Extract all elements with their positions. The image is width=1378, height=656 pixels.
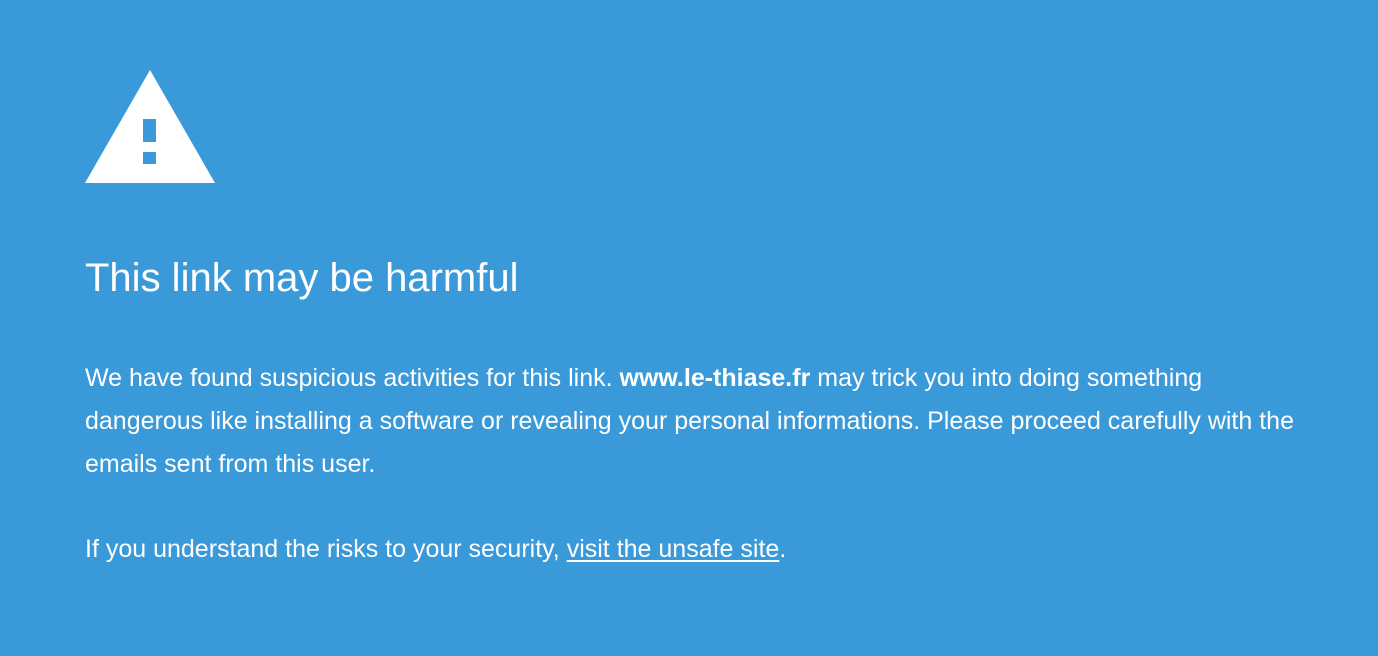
message-text-before-domain: We have found suspicious activities for … — [85, 364, 620, 392]
risk-statement: If you understand the risks to your secu… — [85, 528, 786, 571]
warning-message: We have found suspicious activities for … — [85, 357, 1315, 486]
warning-triangle-icon — [85, 70, 215, 183]
risk-suffix: . — [779, 535, 787, 563]
risk-prefix: If you understand the risks to your secu… — [85, 535, 567, 563]
page-title: This link may be harmful — [85, 256, 519, 300]
suspicious-domain: www.le-thiase.fr — [619, 364, 811, 392]
warning-page: This link may be harmful We have found s… — [0, 0, 1378, 656]
visit-unsafe-site-link[interactable]: visit the unsafe site — [567, 535, 780, 563]
